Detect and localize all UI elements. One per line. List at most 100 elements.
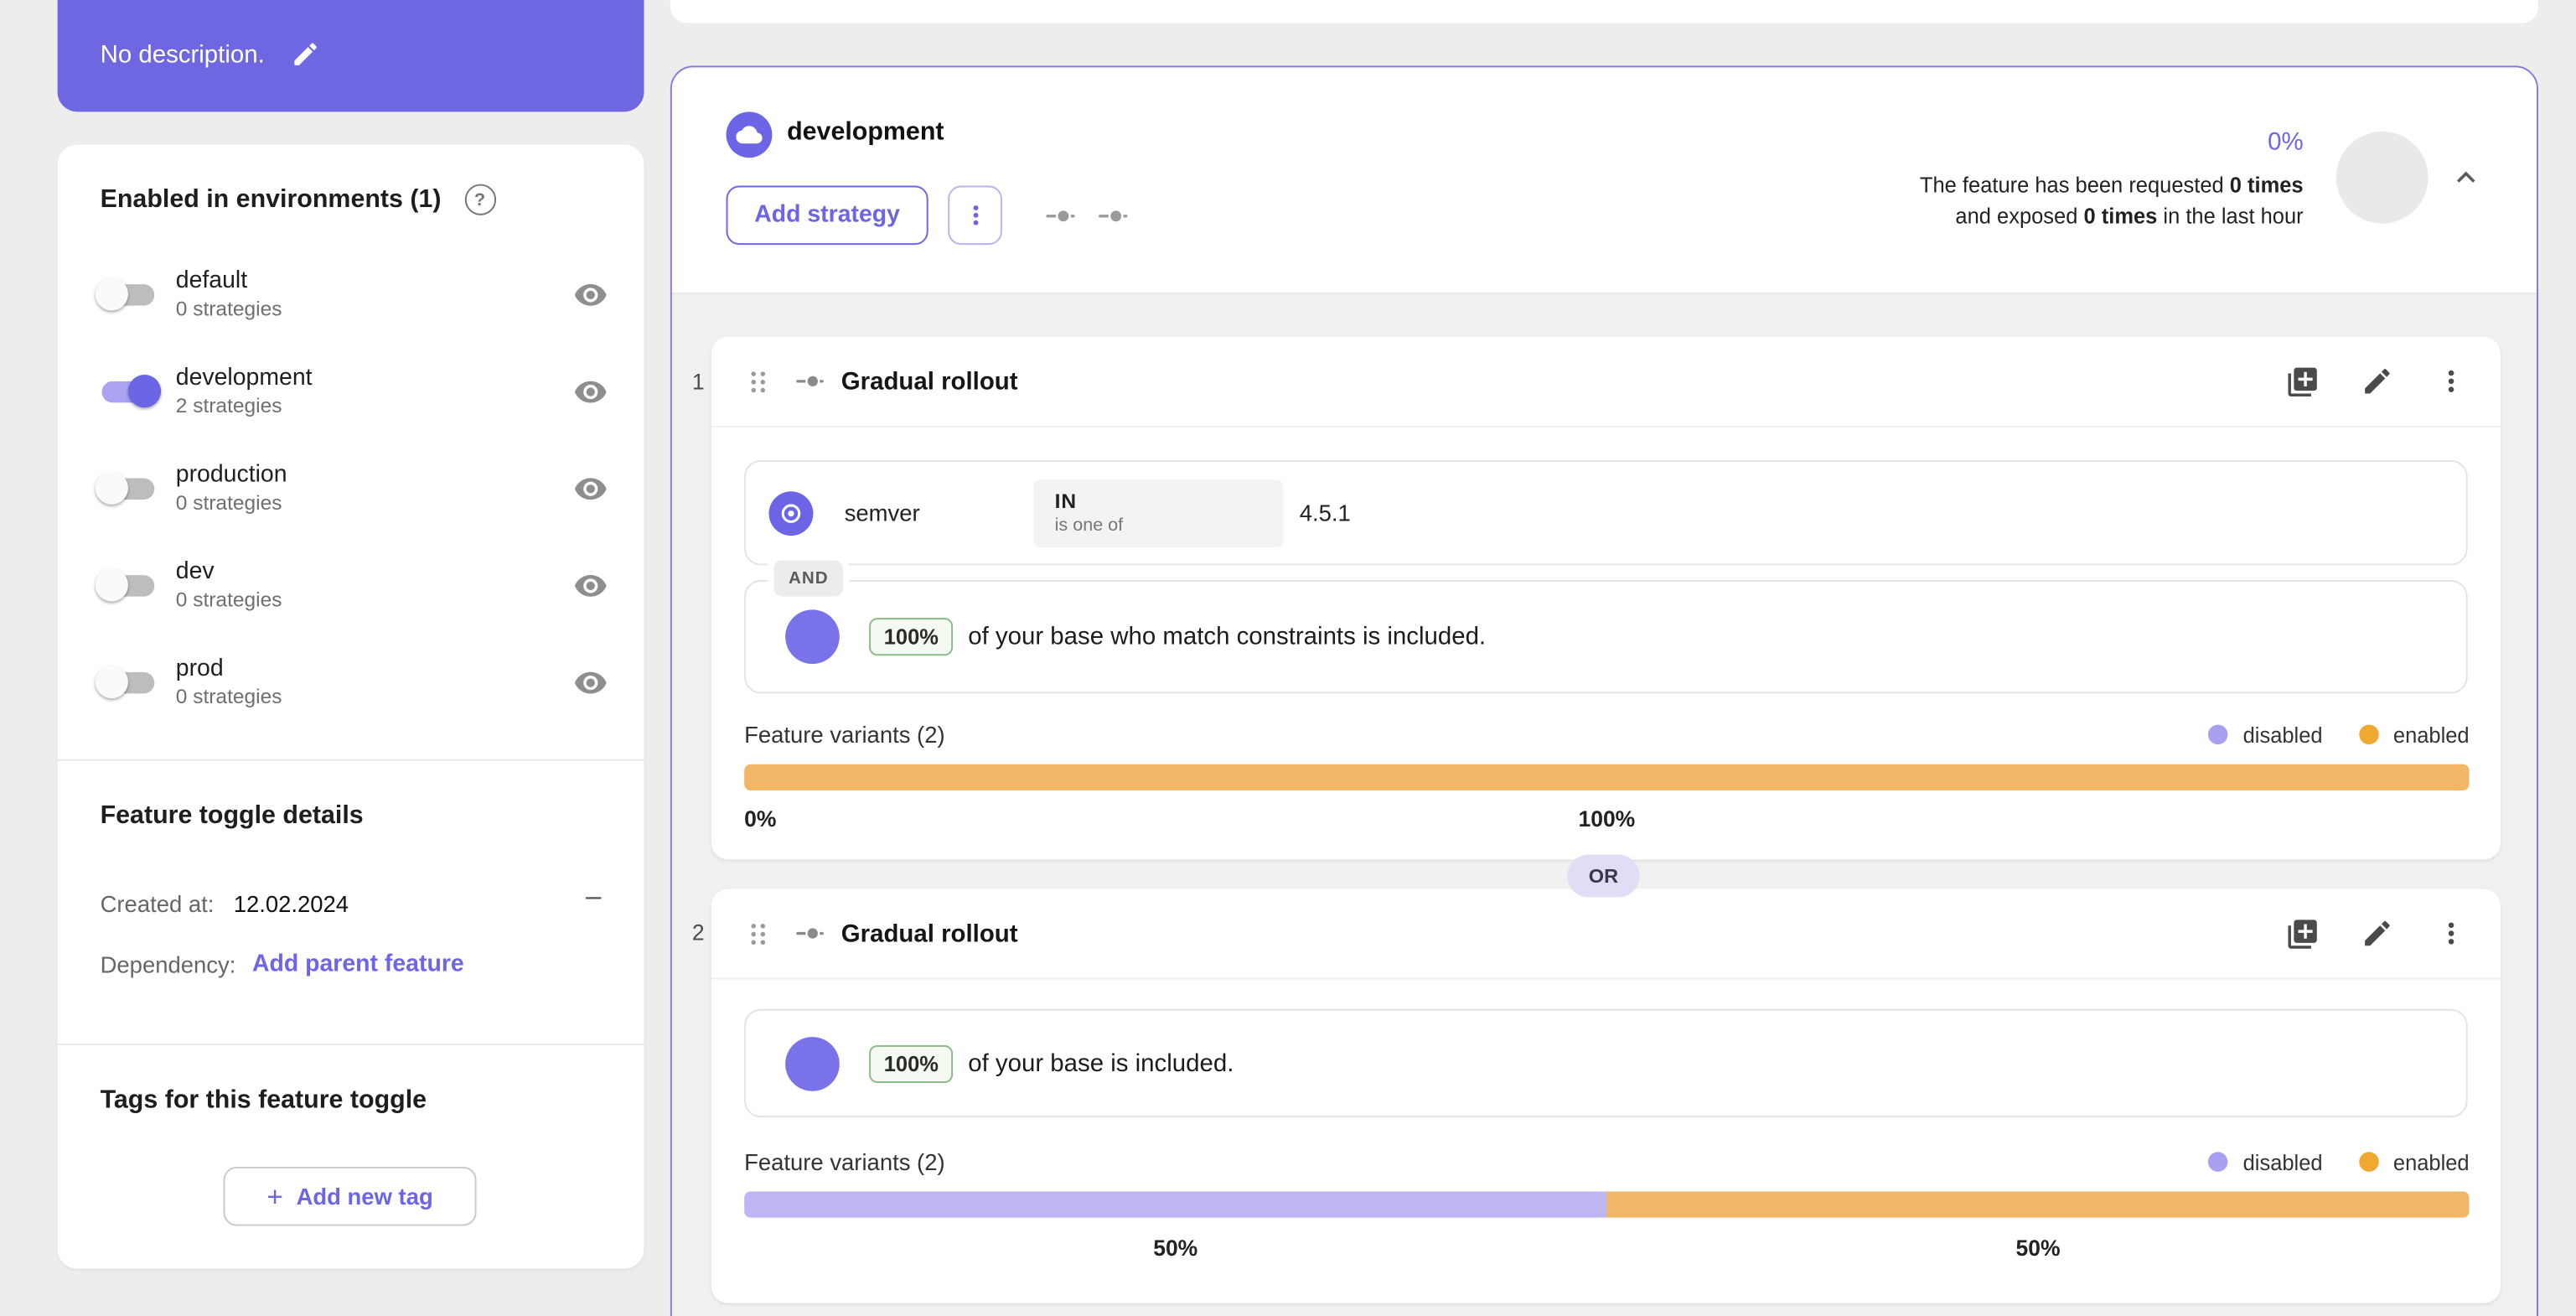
environment-name: dev xyxy=(175,558,215,585)
constraint-row: semver IN is one of 4.5.1 xyxy=(744,459,2468,566)
metrics-donut-chart xyxy=(2335,131,2429,224)
legend-item-disabled: disabled xyxy=(2208,1149,2323,1174)
legend-label: disabled xyxy=(2242,1149,2323,1174)
variant-segment-enabled xyxy=(1606,1191,2470,1218)
eye-icon[interactable] xyxy=(573,471,608,505)
rollout-description: of your base who match constraints is in… xyxy=(968,623,1487,651)
operator-description: is one of xyxy=(1054,516,1124,536)
edit-strategy-icon[interactable] xyxy=(2361,917,2393,950)
segment-label: 50% xyxy=(1153,1236,1198,1261)
variants-bar-labels: 50% 50% xyxy=(744,1234,2470,1263)
enabled-dot-icon xyxy=(2358,724,2379,745)
strategy-title: Gradual rollout xyxy=(841,367,1018,396)
exposure-percent: 0% xyxy=(2268,127,2304,157)
environment-name: development xyxy=(175,365,313,391)
legend-label: enabled xyxy=(2392,1149,2470,1174)
segment-label: 0% xyxy=(744,806,777,832)
segment-label: 50% xyxy=(2015,1236,2061,1261)
strategy-title: Gradual rollout xyxy=(841,919,1018,948)
strategy-count: 2 strategies xyxy=(175,394,282,417)
variants-label: Feature variants (2) xyxy=(744,721,945,749)
environment-name: default xyxy=(175,267,248,294)
eye-icon[interactable] xyxy=(573,374,608,408)
metrics-line-2: and exposed 0 times in the last hour xyxy=(1955,204,2304,229)
copy-strategy-icon[interactable] xyxy=(2285,916,2320,951)
strategy-card-1: Gradual rollout semver IN is one of 4.5.… xyxy=(711,336,2501,860)
variants-row: Feature variants (2) disabled enabled xyxy=(744,718,2470,751)
disabled-dot-icon xyxy=(2208,1152,2228,1172)
legend-label: enabled xyxy=(2392,722,2470,748)
description-text: No description. xyxy=(100,41,265,70)
strategy-index: 1 xyxy=(691,370,705,395)
plus-icon: + xyxy=(266,1180,283,1212)
rollout-description: of your base is included. xyxy=(968,1049,1234,1078)
description-card: No description. xyxy=(57,0,644,112)
environment-accordion-development: development Add strategy 0% The feature … xyxy=(670,65,2538,1316)
strategy-menu-icon[interactable] xyxy=(2434,365,2467,397)
variant-segment-enabled xyxy=(744,764,2470,791)
legend-item-disabled: disabled xyxy=(2208,723,2323,747)
toggle-default[interactable] xyxy=(95,274,161,313)
toggle-prod[interactable] xyxy=(95,662,161,702)
legend-item-enabled: enabled xyxy=(2358,722,2470,748)
rollout-row: 100% of your base who match constraints … xyxy=(744,580,2468,694)
chevron-up-icon xyxy=(2456,171,2475,183)
toggle-production[interactable] xyxy=(95,469,161,508)
help-icon[interactable]: ? xyxy=(463,184,496,215)
strategy-count: 0 strategies xyxy=(175,685,282,708)
divider xyxy=(57,759,644,761)
copy-strategy-icon[interactable] xyxy=(2285,364,2320,398)
pencil-icon xyxy=(294,43,317,65)
variant-segment-disabled xyxy=(744,1191,1607,1218)
rollout-percent-badge: 100% xyxy=(869,618,954,656)
disabled-dot-icon xyxy=(2208,724,2228,745)
environment-name: prod xyxy=(175,655,224,682)
tags-title: Tags for this feature toggle xyxy=(100,1085,427,1115)
details-title: Feature toggle details xyxy=(100,801,364,831)
toggle-dev[interactable] xyxy=(95,565,161,604)
page: No description. Enabled in environments … xyxy=(0,0,2576,1316)
add-strategy-button[interactable]: Add strategy xyxy=(726,185,928,246)
rollout-percent-badge: 100% xyxy=(869,1044,954,1082)
segment-label: 100% xyxy=(1578,806,1636,832)
metrics-summary: 0% The feature has been requested 0 time… xyxy=(1920,127,2304,231)
dependency-label: Dependency: xyxy=(100,951,236,978)
eye-icon[interactable] xyxy=(573,665,608,699)
collapse-details-button[interactable]: – xyxy=(586,881,602,914)
edit-description-button[interactable] xyxy=(291,39,320,69)
eye-icon[interactable] xyxy=(573,567,608,602)
strategy-count: 0 strategies xyxy=(175,491,282,515)
eye-icon[interactable] xyxy=(573,277,608,311)
strategy-menu-icon[interactable] xyxy=(2434,917,2467,950)
add-new-tag-button[interactable]: + Add new tag xyxy=(223,1166,477,1226)
strategy-summary-icons xyxy=(1043,199,1130,233)
metrics-line-1: The feature has been requested 0 times xyxy=(1919,172,2304,198)
constraint-operator: IN is one of xyxy=(1033,479,1284,547)
environment-menu-button[interactable] xyxy=(948,185,1002,246)
and-chip: AND xyxy=(773,560,844,597)
drag-handle-icon[interactable] xyxy=(744,920,772,947)
rollout-pie-icon xyxy=(785,609,840,665)
kebab-icon xyxy=(972,205,978,225)
strategy-card-2: Gradual rollout 100% of your base is inc… xyxy=(711,889,2501,1303)
toggle-development[interactable] xyxy=(96,371,162,411)
add-new-tag-label: Add new tag xyxy=(296,1183,433,1210)
variants-bar xyxy=(744,764,2470,791)
constraint-icon xyxy=(768,490,814,536)
add-parent-feature-link[interactable]: Add parent feature xyxy=(252,951,464,977)
edit-strategy-icon[interactable] xyxy=(2361,365,2393,397)
constraint-context-field: semver xyxy=(844,499,920,526)
environment-name: production xyxy=(175,461,287,489)
created-at-value: 12.02.2024 xyxy=(233,890,349,917)
dependency-row: Dependency: Add parent feature xyxy=(101,951,464,977)
rollout-strategy-icon xyxy=(796,374,824,389)
created-at-label: Created at: xyxy=(100,890,215,917)
variants-row: Feature variants (2) disabled enabled xyxy=(744,1145,2470,1178)
rollout-row: 100% of your base is included. xyxy=(744,1008,2468,1118)
drag-handle-icon[interactable] xyxy=(744,367,772,395)
variants-bar-labels: 0% 100% xyxy=(744,806,2470,835)
strategy-header: Gradual rollout xyxy=(711,889,2501,980)
collapse-environment-button[interactable] xyxy=(2443,154,2489,200)
strategy-index: 2 xyxy=(691,920,705,946)
enabled-dot-icon xyxy=(2358,1152,2379,1172)
